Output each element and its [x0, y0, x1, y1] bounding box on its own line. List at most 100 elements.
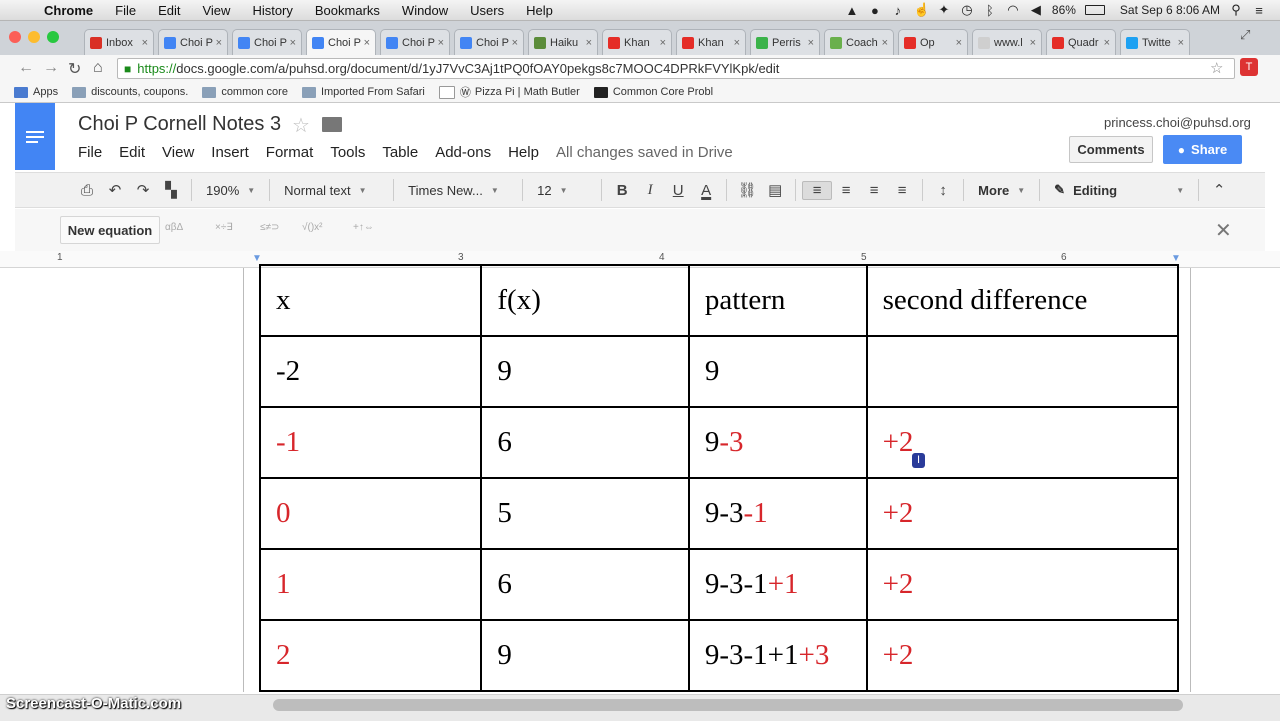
notification-icon[interactable]: ♪: [891, 3, 905, 18]
menu-app-chrome[interactable]: Chrome: [44, 3, 93, 18]
tab-close-icon[interactable]: ×: [364, 37, 370, 49]
cell-second-difference[interactable]: +2: [865, 548, 1179, 621]
bookmark-discounts[interactable]: discounts, coupons.: [72, 86, 188, 98]
menu-bookmarks[interactable]: Bookmarks: [315, 3, 380, 18]
cell-fx[interactable]: 9: [480, 619, 690, 692]
menu-users[interactable]: Users: [470, 3, 504, 18]
tab-close-icon[interactable]: ×: [882, 37, 888, 49]
menu-window[interactable]: Window: [402, 3, 448, 18]
menu-view[interactable]: View: [202, 3, 230, 18]
document-title[interactable]: Choi P Cornell Notes 3: [78, 113, 281, 136]
hand-icon[interactable]: ☝: [914, 2, 930, 18]
align-right-icon[interactable]: ≡: [860, 182, 888, 199]
left-indent-marker[interactable]: ▼: [252, 253, 262, 264]
forward-icon[interactable]: →: [43, 59, 59, 77]
menu-file[interactable]: File: [115, 3, 136, 18]
align-left-icon[interactable]: ≡: [802, 180, 833, 200]
docs-menu-format[interactable]: Format: [266, 144, 314, 161]
cell-second-difference[interactable]: [865, 335, 1179, 408]
paint-format-icon[interactable]: ▚: [157, 181, 185, 199]
volume-icon[interactable]: ◀: [1029, 2, 1043, 18]
browser-tab[interactable]: Choi P ×: [232, 29, 302, 55]
back-icon[interactable]: ←: [18, 59, 34, 77]
browser-tab[interactable]: Khan ×: [602, 29, 672, 55]
operators-menu[interactable]: ×÷∃: [215, 222, 233, 233]
cell-second-difference[interactable]: +2: [865, 477, 1179, 550]
table-header-cell[interactable]: second difference: [865, 264, 1179, 337]
browser-tab[interactable]: Khan ×: [676, 29, 746, 55]
fullscreen-icon[interactable]: ⤢: [1240, 27, 1250, 43]
folder-icon[interactable]: [322, 117, 342, 132]
star-icon[interactable]: ☆: [292, 113, 310, 138]
scrollbar-thumb[interactable]: [273, 699, 1183, 711]
bluetooth-icon[interactable]: ᛒ: [983, 3, 997, 18]
tab-close-icon[interactable]: ×: [660, 37, 666, 49]
cell-fx[interactable]: 9: [480, 335, 690, 408]
tab-close-icon[interactable]: ×: [438, 37, 444, 49]
style-select[interactable]: Normal text ▼: [276, 183, 387, 198]
text-color-icon[interactable]: A: [692, 182, 720, 199]
arrows-menu[interactable]: +↑⇔: [353, 222, 374, 233]
docs-menu-help[interactable]: Help: [508, 144, 539, 161]
browser-tab[interactable]: Haiku ×: [528, 29, 598, 55]
browser-tab[interactable]: Choi P ×: [306, 29, 376, 55]
bold-icon[interactable]: B: [608, 182, 636, 199]
link-icon[interactable]: ⛓: [733, 181, 761, 199]
docs-menu-table[interactable]: Table: [382, 144, 418, 161]
battery-icon[interactable]: [1084, 5, 1105, 15]
browser-tab[interactable]: Twitte ×: [1120, 29, 1190, 55]
tab-close-icon[interactable]: ×: [956, 37, 962, 49]
docs-menu-addons[interactable]: Add-ons: [435, 144, 491, 161]
bookmark-star-icon[interactable]: ☆: [1210, 59, 1223, 77]
browser-tab[interactable]: Choi P ×: [380, 29, 450, 55]
docs-menu-file[interactable]: File: [78, 144, 102, 161]
tab-close-icon[interactable]: ×: [512, 37, 518, 49]
menu-help[interactable]: Help: [526, 3, 553, 18]
cell-x[interactable]: -1: [259, 406, 483, 479]
cell-pattern[interactable]: 9-3: [687, 406, 868, 479]
time-machine-icon[interactable]: ◷: [960, 2, 974, 18]
browser-tab[interactable]: Coach ×: [824, 29, 894, 55]
cell-pattern[interactable]: 9-3-1+1: [687, 548, 868, 621]
table-header-cell[interactable]: f(x): [480, 264, 690, 337]
docs-menu-edit[interactable]: Edit: [119, 144, 145, 161]
window-minimize-button[interactable]: [28, 31, 40, 43]
window-zoom-button[interactable]: [47, 31, 59, 43]
cell-x[interactable]: 2: [259, 619, 483, 692]
undo-icon[interactable]: ↶: [101, 181, 129, 199]
comments-button[interactable]: Comments: [1069, 136, 1153, 163]
browser-tab[interactable]: Choi P ×: [454, 29, 524, 55]
redo-icon[interactable]: ↷: [129, 181, 157, 199]
docs-menu-view[interactable]: View: [162, 144, 194, 161]
line-spacing-icon[interactable]: ↕: [929, 182, 957, 199]
bookmark-pizza-pi[interactable]: Ⓦ Pizza Pi | Math Butler: [438, 84, 580, 100]
cell-pattern[interactable]: 9-3-1+1+3: [687, 619, 868, 692]
list-icon[interactable]: ≡: [1252, 3, 1266, 18]
print-icon[interactable]: ⎙: [73, 182, 101, 199]
app-icon[interactable]: ●: [868, 3, 882, 18]
greek-letters-menu[interactable]: αβΔ: [165, 222, 183, 233]
extension-icon[interactable]: ✦: [937, 2, 951, 18]
close-icon[interactable]: ✕: [1215, 218, 1232, 243]
cell-x[interactable]: 1: [259, 548, 483, 621]
editing-mode-select[interactable]: ✎ Editing ▼: [1046, 182, 1192, 198]
align-center-icon[interactable]: ≡: [832, 182, 860, 199]
docs-menu-tools[interactable]: Tools: [330, 144, 365, 161]
italic-icon[interactable]: I: [636, 182, 664, 199]
wifi-icon[interactable]: ◠: [1006, 2, 1020, 18]
account-email[interactable]: princess.choi@puhsd.org: [1104, 115, 1251, 130]
share-button[interactable]: ● Share: [1163, 135, 1242, 164]
tab-close-icon[interactable]: ×: [1178, 37, 1184, 49]
bookmark-apps[interactable]: Apps: [14, 86, 58, 98]
new-equation-button[interactable]: New equation: [60, 216, 160, 244]
tab-close-icon[interactable]: ×: [586, 37, 592, 49]
font-select[interactable]: Times New... ▼: [400, 183, 516, 198]
cell-fx[interactable]: 6: [480, 548, 690, 621]
table-header-cell[interactable]: pattern: [687, 264, 868, 337]
bookmark-imported[interactable]: Imported From Safari: [301, 86, 425, 98]
browser-tab[interactable]: Inbox ×: [84, 29, 154, 55]
tab-close-icon[interactable]: ×: [216, 37, 222, 49]
right-indent-marker[interactable]: ▼: [1171, 253, 1181, 264]
tab-close-icon[interactable]: ×: [1104, 37, 1110, 49]
bookmark-common-core[interactable]: common core: [202, 86, 288, 98]
